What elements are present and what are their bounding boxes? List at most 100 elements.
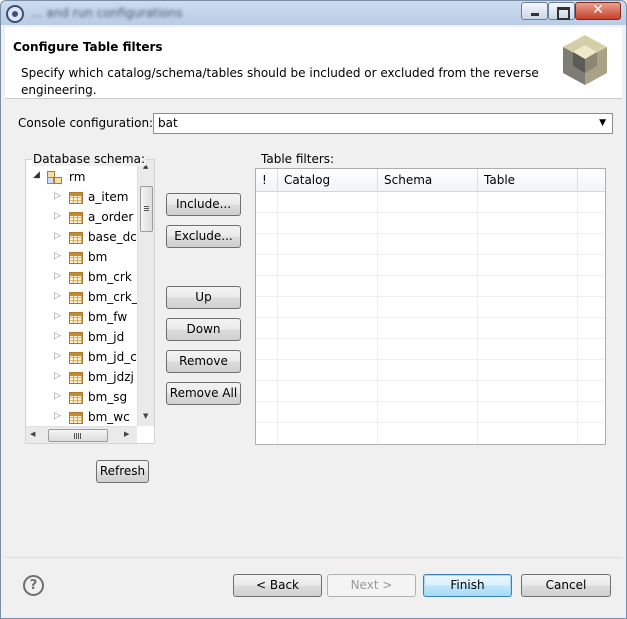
column-header-catalog[interactable]: Catalog (278, 169, 378, 192)
database-schema-label: Database schema: (32, 152, 146, 166)
tree-item[interactable]: ▷ base_dc (26, 228, 138, 248)
table-row (256, 339, 605, 360)
tree-item-label: a_order (88, 210, 134, 224)
footer-separator (5, 557, 622, 558)
tree-item[interactable]: ▷ bm_wc (26, 408, 138, 428)
remove-button[interactable]: Remove (166, 350, 241, 373)
close-button[interactable]: ✕ (575, 2, 621, 20)
finish-button[interactable]: Finish (423, 574, 512, 597)
table-icon (69, 212, 83, 224)
window-title: ... and run configurations (31, 6, 183, 20)
table-row (256, 360, 605, 381)
include-button[interactable]: Include... (166, 193, 241, 216)
table-icon (69, 272, 83, 284)
table-row (256, 381, 605, 402)
help-icon[interactable]: ? (23, 575, 44, 596)
tree-horizontal-scrollbar[interactable]: ◀ ▶ (26, 426, 137, 443)
scroll-right-icon[interactable]: ▶ (124, 430, 129, 438)
table-icon (69, 352, 83, 364)
tree-item-label: base_dc (88, 230, 137, 244)
minimize-button[interactable] (521, 2, 548, 20)
cancel-button[interactable]: Cancel (521, 574, 611, 597)
collapsed-arrow-icon[interactable]: ▷ (54, 351, 61, 361)
table-icon (69, 372, 83, 384)
table-row (256, 318, 605, 339)
hibernate-logo-icon (563, 35, 607, 85)
tree-item[interactable]: ▷ bm_crk_ (26, 288, 138, 308)
table-row (256, 234, 605, 255)
tree-item-label: bm (88, 250, 108, 264)
table-row (256, 192, 605, 213)
remove-all-button[interactable]: Remove All (166, 382, 241, 405)
table-icon (69, 292, 83, 304)
table-filters-table[interactable]: ! Catalog Schema Table (255, 168, 606, 445)
close-icon: ✕ (592, 2, 604, 18)
collapsed-arrow-icon[interactable]: ▷ (54, 291, 61, 301)
collapsed-arrow-icon[interactable]: ▷ (54, 211, 61, 221)
table-row (256, 276, 605, 297)
table-header: ! Catalog Schema Table (256, 169, 605, 192)
next-button[interactable]: Next > (327, 574, 416, 597)
tree-item[interactable]: ▷ bm (26, 248, 138, 268)
collapsed-arrow-icon[interactable]: ▷ (54, 391, 61, 401)
down-button[interactable]: Down (166, 318, 241, 341)
vertical-scroll-thumb[interactable] (140, 186, 153, 232)
column-header-exclude[interactable]: ! (256, 169, 278, 192)
column-header-table[interactable]: Table (478, 169, 578, 192)
exclude-button[interactable]: Exclude... (166, 225, 241, 248)
up-button[interactable]: Up (166, 286, 241, 309)
scroll-down-icon[interactable]: ▼ (143, 412, 148, 420)
table-row (256, 255, 605, 276)
tree-item-label: bm_jd_c (88, 350, 137, 364)
scroll-left-icon[interactable]: ◀ (30, 430, 35, 438)
horizontal-scroll-thumb[interactable] (48, 429, 108, 442)
table-icon (69, 392, 83, 404)
table-icon (69, 252, 83, 264)
tree-item-label: bm_crk (88, 270, 132, 284)
collapsed-arrow-icon[interactable]: ▷ (54, 311, 61, 321)
collapsed-arrow-icon[interactable]: ▷ (54, 271, 61, 281)
tree-item-label: bm_jdzj (88, 370, 134, 384)
tree-root[interactable]: ◢ rm (26, 168, 138, 188)
grip-icon (74, 433, 82, 439)
tree-item-label: a_item (88, 190, 129, 204)
maximize-button[interactable] (548, 2, 575, 20)
table-icon (69, 192, 83, 204)
collapsed-arrow-icon[interactable]: ▷ (54, 231, 61, 241)
console-configuration-select[interactable]: bat ▼ (153, 113, 613, 134)
collapsed-arrow-icon[interactable]: ▷ (54, 411, 61, 421)
tree-item[interactable]: ▷ bm_jd_c (26, 348, 138, 368)
table-icon (69, 232, 83, 244)
collapsed-arrow-icon[interactable]: ▷ (54, 191, 61, 201)
tree-item[interactable]: ▷ bm_jd (26, 328, 138, 348)
tree-viewport: ◢ rm ▷ a_item ▷ a_order ▷ base_dc ▷ bm ▷… (26, 168, 138, 428)
table-icon (69, 332, 83, 344)
refresh-button[interactable]: Refresh (96, 460, 149, 483)
tree-root-label: rm (69, 170, 86, 184)
console-configuration-label: Console configuration: (18, 116, 154, 130)
expanded-arrow-icon[interactable]: ◢ (33, 170, 40, 180)
tree-item[interactable]: ▷ a_item (26, 188, 138, 208)
tree-item[interactable]: ▷ a_order (26, 208, 138, 228)
tree-item-label: bm_wc (88, 410, 130, 424)
table-icon (69, 312, 83, 324)
column-header-schema[interactable]: Schema (378, 169, 478, 192)
dropdown-arrow-icon: ▼ (599, 118, 606, 128)
table-icon (69, 412, 83, 424)
grip-icon (144, 206, 149, 212)
console-configuration-value: bat (158, 116, 178, 130)
collapsed-arrow-icon[interactable]: ▷ (54, 371, 61, 381)
collapsed-arrow-icon[interactable]: ▷ (54, 251, 61, 261)
page-description: Specify which catalog/schema/tables shou… (21, 66, 539, 97)
schema-icon (47, 171, 62, 184)
tree-vertical-scrollbar[interactable]: ▲ ▼ (137, 160, 154, 426)
schema-tree[interactable]: ◢ rm ▷ a_item ▷ a_order ▷ base_dc ▷ bm ▷… (25, 159, 155, 444)
tree-item-label: bm_crk_ (88, 290, 138, 304)
tree-item[interactable]: ▷ bm_fw (26, 308, 138, 328)
title-bar[interactable]: ... and run configurations ✕ (1, 1, 626, 27)
tree-item[interactable]: ▷ bm_jdzj (26, 368, 138, 388)
tree-item[interactable]: ▷ bm_crk (26, 268, 138, 288)
collapsed-arrow-icon[interactable]: ▷ (54, 331, 61, 341)
tree-item[interactable]: ▷ bm_sg (26, 388, 138, 408)
back-button[interactable]: < Back (233, 574, 322, 597)
